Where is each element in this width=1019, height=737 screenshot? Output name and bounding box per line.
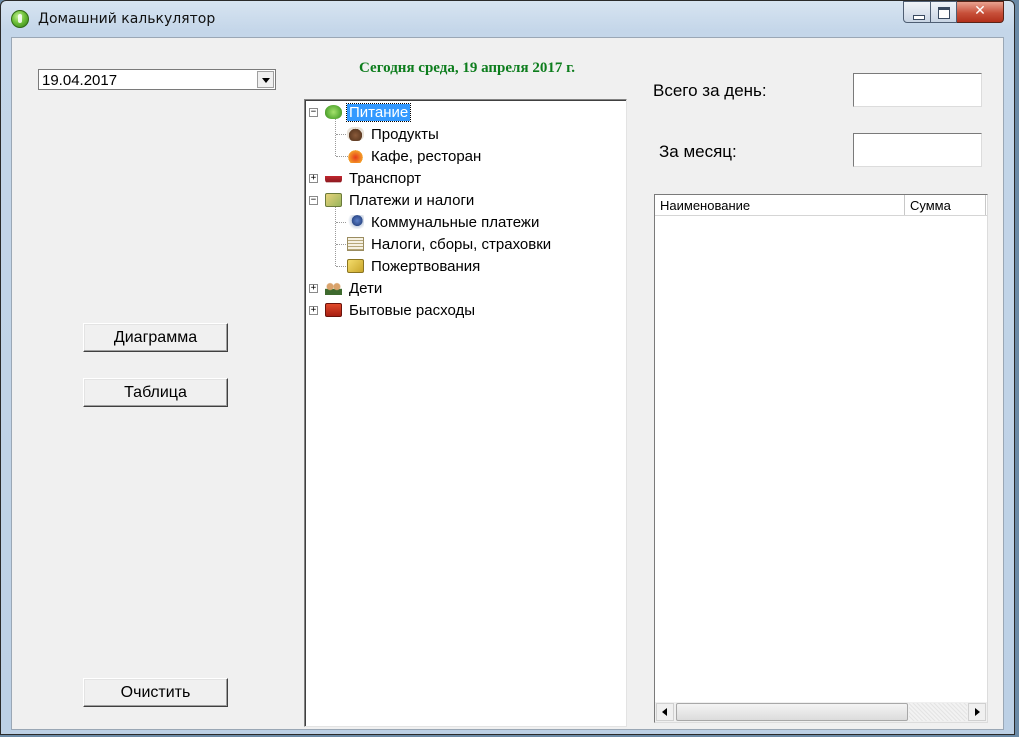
tree-item-label: Платежи и налоги [349, 191, 475, 209]
tree-item-label: Бытовые расходы [349, 301, 475, 319]
tree-item-label: Коммунальные платежи [371, 213, 540, 231]
tree-item-transport[interactable]: Транспорт [325, 168, 423, 188]
expenses-list[interactable]: Наименование Сумма [654, 194, 988, 723]
day-total-field[interactable] [853, 73, 982, 107]
client-area: 19.04.2017 Сегодня среда, 19 апреля 2017… [11, 37, 1004, 730]
tree-connector [335, 207, 336, 266]
tree-item-label: Транспорт [349, 169, 422, 187]
tree-item-household[interactable]: Бытовые расходы [325, 300, 477, 320]
tree-item-label: Питание [345, 102, 412, 122]
food-icon [325, 105, 342, 119]
tree-item-label: Пожертвования [371, 257, 481, 275]
window-title: Домашний калькулятор [38, 11, 216, 27]
dropdown-arrow-icon[interactable] [257, 71, 274, 88]
tree-item-label: Продукты [371, 125, 439, 143]
day-total-label: Всего за день: [653, 81, 767, 100]
tree-item-utilities[interactable]: Коммунальные платежи [347, 212, 541, 232]
title-bar[interactable]: Домашний калькулятор ✕ [1, 1, 1014, 37]
tree-item-label: Дети [349, 279, 383, 297]
column-header-name[interactable]: Наименование [655, 195, 905, 215]
donations-icon [347, 259, 364, 273]
tree-item-groceries[interactable]: Продукты [347, 124, 441, 144]
taxes-icon [347, 237, 364, 251]
today-label: Сегодня среда, 19 апреля 2017 г. [359, 60, 575, 76]
close-icon: ✕ [974, 3, 986, 19]
app-icon [11, 10, 29, 28]
horizontal-scrollbar[interactable] [655, 702, 987, 722]
scroll-right-icon[interactable] [968, 703, 986, 721]
kids-icon [325, 281, 342, 295]
tree-item-label: Налоги, сборы, страховки [371, 235, 552, 253]
column-header-sum[interactable]: Сумма [905, 195, 986, 215]
window-controls: ✕ [903, 1, 1004, 23]
payments-icon [325, 193, 342, 207]
car-icon [325, 171, 342, 185]
scroll-track[interactable] [909, 703, 967, 721]
groceries-icon [347, 127, 364, 141]
diagram-button[interactable]: Диаграмма [83, 323, 228, 352]
tree-item-label: Кафе, ресторан [371, 147, 482, 165]
tree-item-food[interactable]: Питание [325, 102, 412, 122]
expand-toggle-household[interactable]: + [309, 306, 318, 315]
clear-button[interactable]: Очистить [83, 678, 228, 707]
month-total-label: За месяц: [659, 142, 737, 161]
maximize-button[interactable] [931, 1, 957, 23]
tree-connector [335, 119, 336, 156]
household-icon [325, 303, 342, 317]
main-window: Домашний калькулятор ✕ 19.04.2017 Сегодн… [0, 0, 1015, 735]
table-button[interactable]: Таблица [83, 378, 228, 407]
tree-item-payments[interactable]: Платежи и налоги [325, 190, 476, 210]
collapse-toggle-food[interactable]: − [309, 108, 318, 117]
date-value: 19.04.2017 [42, 72, 118, 89]
tree-item-donations[interactable]: Пожертвования [347, 256, 482, 276]
date-picker[interactable]: 19.04.2017 [38, 69, 276, 90]
collapse-toggle-payments[interactable]: − [309, 196, 318, 205]
cafe-icon [347, 149, 364, 163]
category-tree[interactable]: − + − + + Питание Продукты Кафе, рестора… [304, 99, 627, 727]
tree-item-cafe[interactable]: Кафе, ресторан [347, 146, 483, 166]
scroll-left-icon[interactable] [656, 703, 674, 721]
expand-toggle-transport[interactable]: + [309, 174, 318, 183]
tree-item-taxes[interactable]: Налоги, сборы, страховки [347, 234, 553, 254]
scroll-thumb[interactable] [676, 703, 908, 721]
minimize-button[interactable] [903, 1, 931, 23]
tree-item-kids[interactable]: Дети [325, 278, 384, 298]
utilities-icon [347, 215, 364, 229]
month-total-field[interactable] [853, 133, 982, 167]
list-header: Наименование Сумма [655, 195, 987, 216]
close-button[interactable]: ✕ [957, 1, 1004, 23]
expand-toggle-kids[interactable]: + [309, 284, 318, 293]
